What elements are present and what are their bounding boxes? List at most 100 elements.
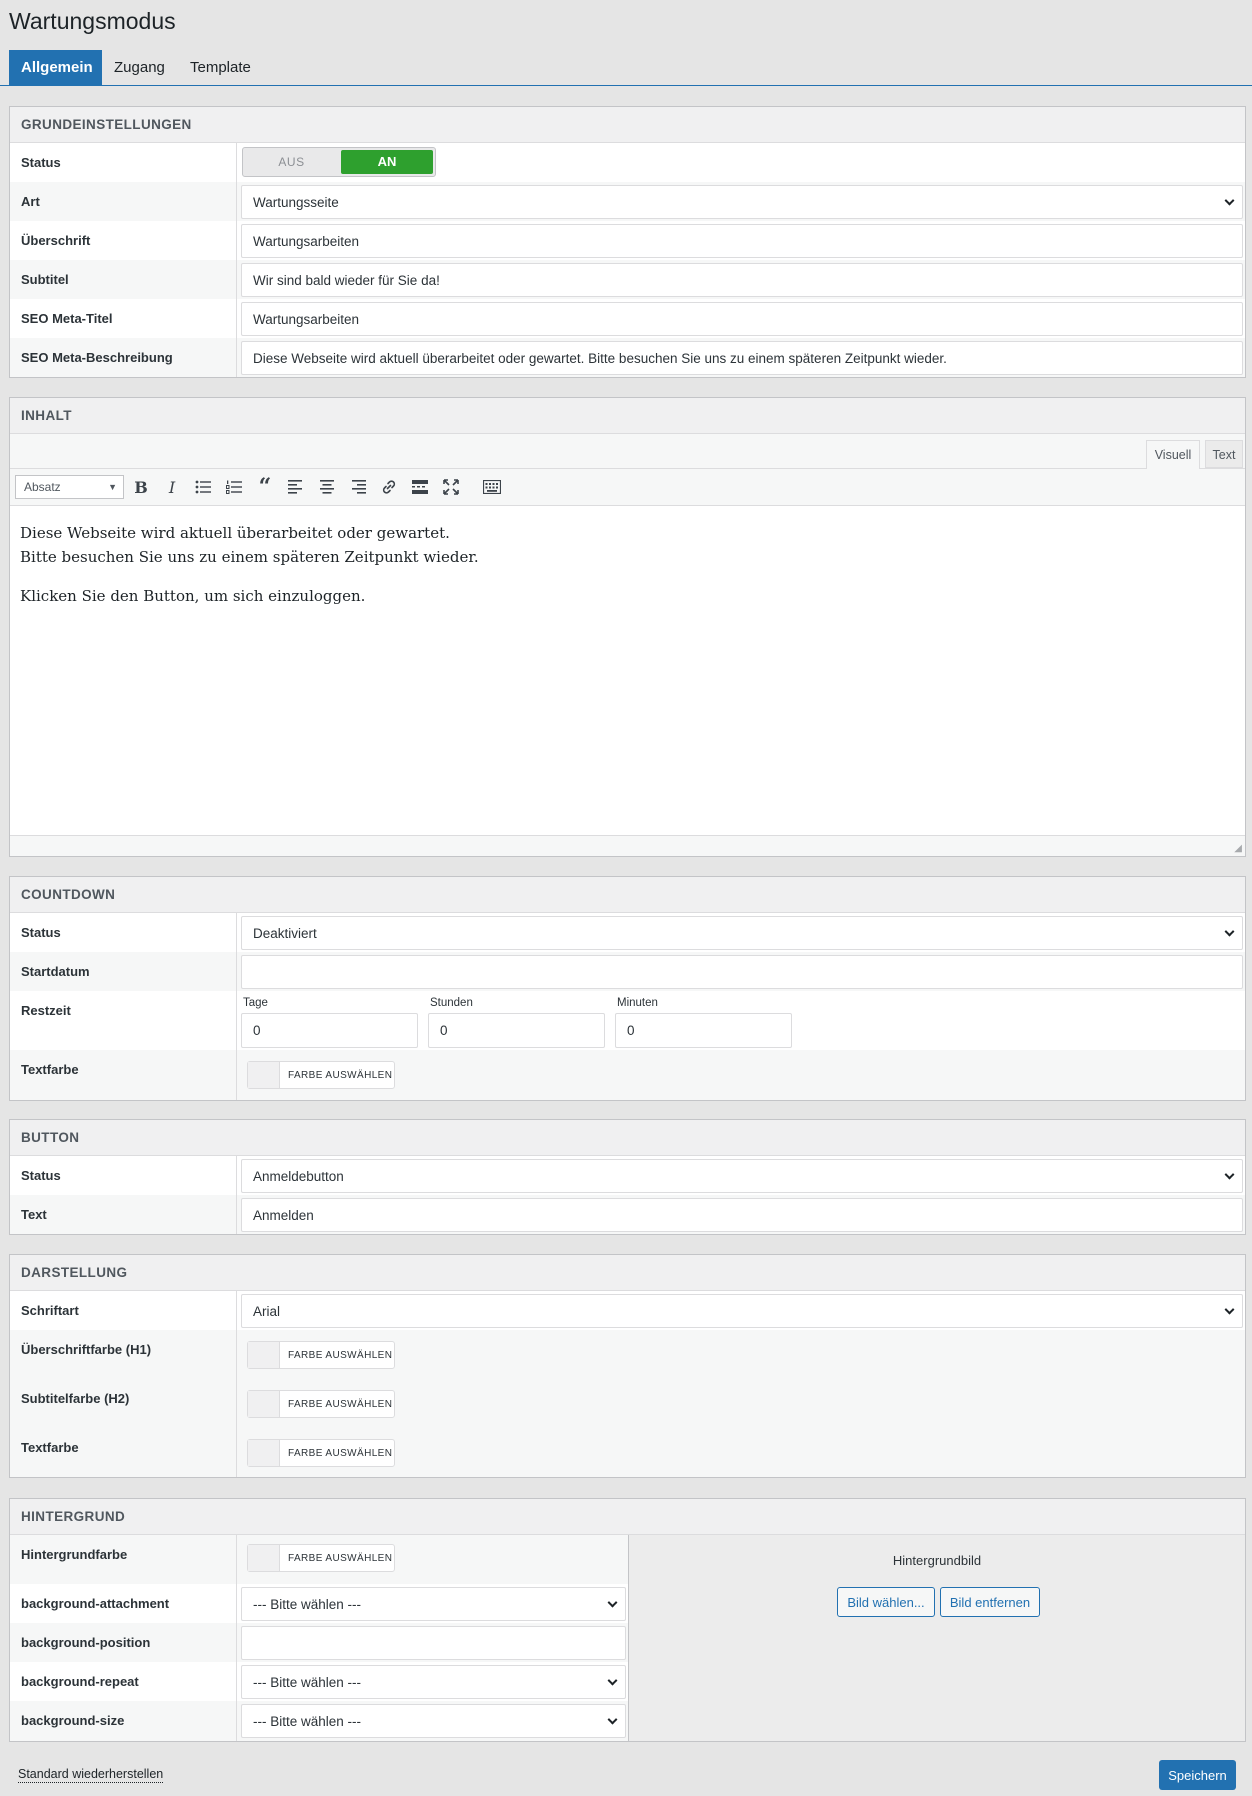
tab-zugang[interactable]: Zugang	[102, 50, 177, 86]
align-left-icon[interactable]	[284, 470, 308, 504]
panel-heading: Grundeinstellungen	[10, 107, 1245, 143]
status-row: Status AUS AN	[10, 143, 1245, 182]
bg-size-select[interactable]: --- Bitte wählen ---	[241, 1704, 626, 1738]
color-picker-button[interactable]: FARBE AUSWÄHLEN	[247, 1544, 395, 1572]
subtitel-input[interactable]: Wir sind bald wieder für Sie da!	[241, 263, 1243, 297]
toggle-on-label: AN	[341, 150, 433, 174]
field-label: Text	[21, 1207, 47, 1222]
content-line: Bitte besuchen Sie uns zu einem späteren…	[20, 548, 479, 566]
countdown-status-select[interactable]: Deaktiviert	[241, 916, 1243, 950]
tab-allgemein[interactable]: Allgemein	[9, 50, 102, 86]
select-value: Deaktiviert	[253, 925, 317, 941]
seo-title-input[interactable]: Wartungsarbeiten	[241, 302, 1243, 336]
stunden-input[interactable]: 0	[428, 1013, 605, 1048]
save-button[interactable]: Speichern	[1159, 1760, 1236, 1790]
reset-defaults-link[interactable]: Standard wiederherstellen	[18, 1767, 164, 1783]
field-label: background-repeat	[21, 1674, 139, 1689]
italic-icon[interactable]: I	[160, 470, 184, 504]
field-label: Schriftart	[21, 1303, 79, 1318]
stunden-label: Stunden	[430, 997, 473, 1009]
button-status-select[interactable]: Anmeldebutton	[241, 1159, 1243, 1193]
hintergrundfarbe-row: Hintergrundfarbe FARBE AUSWÄHLEN	[10, 1535, 628, 1584]
tab-text[interactable]: Text	[1205, 440, 1243, 468]
color-picker-button[interactable]: FARBE AUSWÄHLEN	[247, 1061, 395, 1089]
blockquote-icon[interactable]: “	[253, 470, 277, 504]
status-toggle[interactable]: AUS AN	[242, 147, 436, 177]
field-label: Überschriftfarbe (H1)	[21, 1342, 152, 1357]
format-select[interactable]: Absatz ▼	[15, 475, 124, 499]
ueberschrift-row: Überschrift Wartungsarbeiten	[10, 221, 1245, 260]
editor-toolbar: Absatz ▼ B I “	[10, 469, 1245, 506]
select-value: Wartungsseite	[253, 194, 339, 210]
resize-handle-icon[interactable]: ◢	[1234, 843, 1242, 854]
read-more-icon[interactable]	[408, 470, 432, 504]
art-select[interactable]: Wartungsseite	[241, 185, 1243, 219]
h2-color-row: Subtitelfarbe (H2) FARBE AUSWÄHLEN	[10, 1379, 1245, 1428]
startdatum-input[interactable]	[241, 955, 1243, 989]
align-center-icon[interactable]	[315, 470, 339, 504]
hintergrundbild-label: Hintergrundbild	[892, 1553, 982, 1568]
bg-attachment-select[interactable]: --- Bitte wählen ---	[241, 1587, 626, 1621]
panel-heading: Hintergrund	[10, 1499, 1245, 1535]
hintergrundbild-area: Hintergrundbild Bild wählen... Bild entf…	[628, 1535, 1245, 1741]
schriftart-select[interactable]: Arial	[241, 1294, 1243, 1328]
button-label: FARBE AUSWÄHLEN	[288, 1349, 393, 1361]
column-divider	[236, 913, 237, 1100]
bold-icon[interactable]: B	[129, 470, 153, 504]
choose-image-button[interactable]: Bild wählen...	[837, 1587, 935, 1617]
color-picker-button[interactable]: FARBE AUSWÄHLEN	[247, 1390, 395, 1418]
button-text-input[interactable]: Anmelden	[241, 1198, 1243, 1232]
editor-mode-bar: Visuell Text	[10, 434, 1245, 470]
select-value: --- Bitte wählen ---	[253, 1596, 362, 1612]
seo-desc-row: SEO Meta-Beschreibung Diese Webseite wir…	[10, 338, 1245, 377]
field-label: Subtitelfarbe (H2)	[21, 1391, 130, 1406]
editor-statusbar: ◢	[10, 835, 1245, 856]
button-label: FARBE AUSWÄHLEN	[288, 1552, 393, 1564]
tab-template[interactable]: Template	[178, 50, 263, 86]
seo-desc-input[interactable]: Diese Webseite wird aktuell überarbeitet…	[241, 341, 1243, 375]
remove-image-button[interactable]: Bild entfernen	[940, 1587, 1040, 1617]
field-label: Restzeit	[21, 1003, 71, 1018]
bg-repeat-row: background-repeat --- Bitte wählen ---	[10, 1662, 628, 1701]
inhalt-panel: Inhalt Visuell Text Absatz ▼ B I “ Diese …	[9, 397, 1246, 857]
numbered-list-icon[interactable]	[222, 470, 246, 504]
tab-visuell[interactable]: Visuell	[1146, 440, 1200, 470]
fullscreen-icon[interactable]	[439, 470, 463, 504]
editor-content[interactable]: Diese Webseite wird aktuell überarbeitet…	[10, 507, 1245, 834]
field-label: Textfarbe	[21, 1062, 79, 1077]
ueberschrift-input[interactable]: Wartungsarbeiten	[241, 224, 1243, 258]
bg-position-row: background-position	[10, 1623, 628, 1662]
restzeit-row: Restzeit Tage 0 Stunden 0 Minuten 0	[10, 991, 1245, 1050]
hintergrund-panel: Hintergrund Hintergrundfarbe FARBE AUSWÄ…	[9, 1498, 1246, 1742]
field-label: background-attachment	[21, 1596, 170, 1611]
color-picker-button[interactable]: FARBE AUSWÄHLEN	[247, 1439, 395, 1467]
tage-input[interactable]: 0	[241, 1013, 418, 1048]
panel-heading: Button	[10, 1120, 1245, 1156]
text-color-row: Textfarbe FARBE AUSWÄHLEN	[10, 1428, 1245, 1477]
column-divider	[236, 1291, 237, 1477]
bg-position-input[interactable]	[241, 1626, 626, 1660]
field-label: Startdatum	[21, 964, 90, 979]
chevron-down-icon	[607, 1597, 618, 1608]
panel-heading: Countdown	[10, 877, 1245, 913]
minuten-input[interactable]: 0	[615, 1013, 792, 1048]
field-label: Subtitel	[21, 272, 69, 287]
align-right-icon[interactable]	[346, 470, 370, 504]
color-swatch	[248, 1545, 280, 1571]
bg-repeat-select[interactable]: --- Bitte wählen ---	[241, 1665, 626, 1699]
select-value: --- Bitte wählen ---	[253, 1713, 362, 1729]
color-picker-button[interactable]: FARBE AUSWÄHLEN	[247, 1341, 395, 1369]
column-divider	[236, 143, 237, 377]
dropdown-arrow-icon: ▼	[108, 482, 117, 492]
link-icon[interactable]	[377, 470, 401, 504]
chevron-down-icon	[607, 1714, 618, 1725]
darstellung-panel: Darstellung Schriftart Arial Überschrift…	[9, 1254, 1246, 1478]
countdown-textfarbe-row: Textfarbe FARBE AUSWÄHLEN	[10, 1050, 1245, 1100]
button-label: FARBE AUSWÄHLEN	[288, 1069, 393, 1081]
color-swatch	[248, 1342, 280, 1368]
field-label: SEO Meta-Beschreibung	[21, 350, 173, 365]
format-value: Absatz	[24, 480, 61, 494]
bullet-list-icon[interactable]	[191, 470, 215, 504]
page-title: Wartungsmodus	[9, 8, 176, 34]
toolbar-toggle-icon[interactable]	[480, 470, 504, 504]
